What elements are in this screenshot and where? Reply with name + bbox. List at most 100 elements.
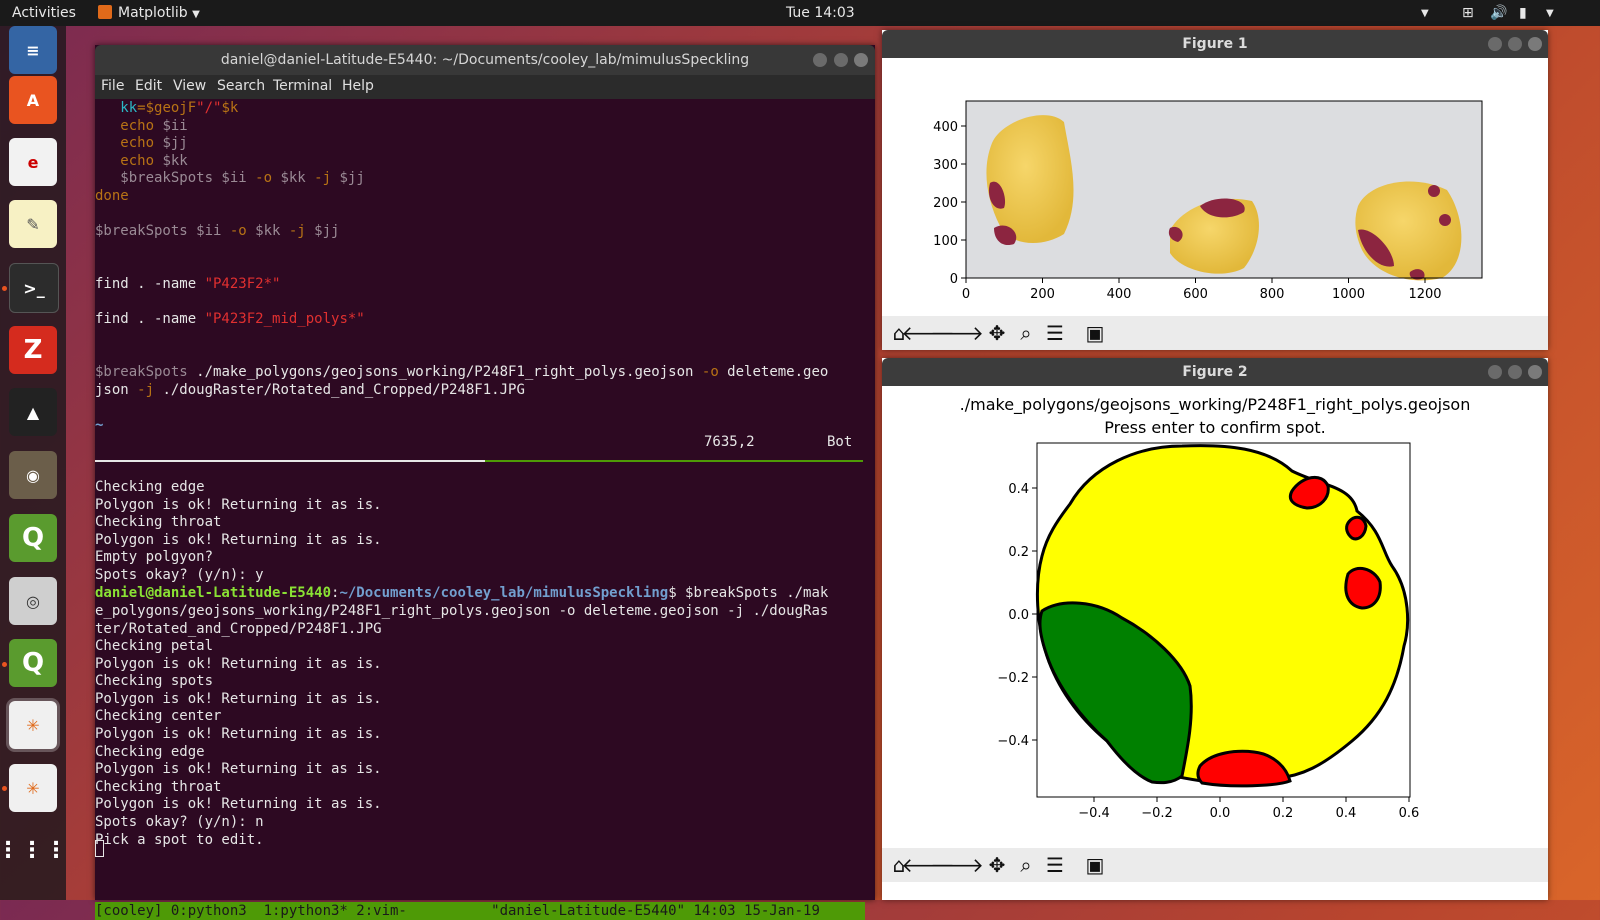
- vim-line: json -j ./dougRaster/Rotated_and_Cropped…: [95, 381, 525, 399]
- vim-cursor-position: 7635,2: [704, 434, 755, 450]
- maximize-button[interactable]: [1508, 37, 1522, 51]
- terminal-window[interactable]: daniel@daniel-Latitude-E5440: ~/Document…: [95, 45, 875, 920]
- tick-label: 0: [962, 287, 970, 302]
- command-wrap-line: ter/Rotated_and_Cropped/P248F1.JPG: [95, 621, 382, 637]
- volume-icon[interactable]: 🔊: [1490, 5, 1507, 21]
- chevron-down-icon[interactable]: ▼: [1421, 8, 1429, 19]
- figure2-canvas[interactable]: ./make_polygons/geojsons_working/P248F1_…: [882, 386, 1548, 864]
- activities-button[interactable]: Activities: [12, 5, 76, 21]
- window-title: Figure 1: [1182, 36, 1248, 52]
- plot-title: ./make_polygons/geojsons_working/P248F1_…: [960, 395, 1471, 415]
- vim-token: ~: [95, 416, 104, 433]
- vim-line: echo $ii: [95, 117, 188, 135]
- save-icon[interactable]: ▣: [1082, 852, 1108, 878]
- menu-terminal[interactable]: Terminal: [273, 78, 332, 94]
- vim-line: $breakSpots $ii -o $kk -j $jj: [95, 169, 364, 187]
- figure1-y-axis: 400 300 200 100 0: [933, 120, 966, 287]
- terminal-icon[interactable]: >_: [9, 263, 59, 313]
- tick-label: 600: [1183, 287, 1208, 302]
- save-icon[interactable]: ▣: [1082, 320, 1108, 346]
- menu-view[interactable]: View: [173, 78, 206, 94]
- network-icon[interactable]: ⊞: [1462, 5, 1474, 21]
- window-title: Figure 2: [1182, 364, 1248, 380]
- vim-token: -o: [229, 223, 247, 240]
- app-menu[interactable]: Matplotlib ▼: [98, 5, 200, 21]
- zotero-icon[interactable]: Z: [9, 326, 57, 374]
- minimize-button[interactable]: [1488, 365, 1502, 379]
- terminal-content[interactable]: kk=$geojF"/"$k echo $ii echo $jj echo $k…: [95, 99, 875, 900]
- tick-label: 0.2: [1008, 545, 1029, 560]
- figure2-window[interactable]: Figure 2 ./make_polygons/geojsons_workin…: [882, 358, 1548, 900]
- gimp-icon[interactable]: ◉: [9, 451, 57, 499]
- document-viewer-icon[interactable]: ≡: [9, 26, 57, 74]
- vim-token: $ii: [162, 117, 188, 134]
- qgis-icon[interactable]: Q: [9, 639, 57, 687]
- matplotlib-window-icon[interactable]: ✳: [9, 764, 57, 812]
- zoom-icon[interactable]: ⌕: [1013, 852, 1039, 878]
- output-line: Polygon is ok! Returning it as is.: [95, 655, 382, 672]
- forward-icon[interactable]: 🡒: [930, 852, 984, 878]
- close-button[interactable]: [854, 53, 868, 67]
- chevron-down-icon[interactable]: ▼: [1546, 8, 1554, 19]
- vim-token: echo: [95, 135, 163, 152]
- menu-search[interactable]: Search: [217, 78, 265, 94]
- app-grid-icon[interactable]: ⋮⋮⋮: [0, 826, 67, 874]
- minimize-button[interactable]: [813, 53, 827, 67]
- minimize-button[interactable]: [1488, 37, 1502, 51]
- vim-token: $kk: [272, 170, 315, 187]
- prompt-user: daniel@daniel-Latitude-E5440: [95, 585, 332, 601]
- tmux-pane-divider[interactable]: [95, 460, 485, 462]
- menu-file[interactable]: File: [101, 78, 124, 94]
- forward-icon[interactable]: 🡒: [930, 320, 984, 346]
- vim-token: json: [95, 381, 138, 398]
- chevron-down-icon: ▼: [192, 9, 200, 20]
- clock[interactable]: Tue 14:03: [786, 5, 855, 21]
- pan-icon[interactable]: ✥: [984, 852, 1010, 878]
- spot-polygon-middle[interactable]: [1345, 515, 1368, 541]
- figure1-titlebar[interactable]: Figure 1: [882, 30, 1548, 58]
- vim-line: $breakSpots ./make_polygons/geojsons_wor…: [95, 363, 828, 381]
- software-center-icon[interactable]: A: [9, 76, 57, 124]
- vim-token: kk: [95, 100, 138, 116]
- text-editor-icon[interactable]: ✎: [9, 200, 57, 248]
- output-line: Checking spots: [95, 673, 214, 690]
- figure2-titlebar[interactable]: Figure 2: [882, 358, 1548, 386]
- prompt-command: $ $breakSpots ./mak: [668, 585, 829, 601]
- vim-line: $breakSpots $ii -o $kk -j $jj: [95, 222, 339, 240]
- vim-token: =$geojF: [137, 100, 197, 116]
- terminal-cursor: [95, 840, 104, 857]
- tick-label: 200: [933, 196, 958, 211]
- menu-help[interactable]: Help: [342, 78, 374, 94]
- terminal-titlebar[interactable]: daniel@daniel-Latitude-E5440: ~/Document…: [95, 45, 875, 75]
- matplotlib-window-icon[interactable]: ✳: [6, 698, 60, 752]
- vim-token: echo: [95, 152, 163, 169]
- configure-icon[interactable]: ☰: [1042, 320, 1068, 346]
- close-button[interactable]: [1528, 37, 1542, 51]
- camera-icon[interactable]: ◎: [9, 577, 57, 625]
- maximize-button[interactable]: [1508, 365, 1522, 379]
- matplotlib-icon: [98, 5, 112, 19]
- output-line: Polygon is ok! Returning it as is.: [95, 726, 382, 742]
- menu-edit[interactable]: Edit: [135, 78, 162, 94]
- output-line: Checking throat: [95, 514, 222, 531]
- figure1-window[interactable]: Figure 1 400 300 200 100 0 0 200 400 600…: [882, 30, 1548, 350]
- prompt-path: ~/Documents/cooley_lab/mimulusSpeckling: [339, 585, 669, 601]
- output-line: Polygon is ok! Returning it as is.: [95, 761, 382, 778]
- configure-icon[interactable]: ☰: [1042, 852, 1068, 878]
- tick-label: 300: [933, 158, 958, 173]
- vim-token: $breakSpots: [95, 364, 197, 380]
- figure1-canvas[interactable]: 4003002001000 0 200 400 600 800 1000 1200: [882, 58, 1548, 316]
- battery-icon[interactable]: ▮: [1519, 5, 1527, 21]
- zoom-icon[interactable]: ⌕: [1013, 320, 1039, 346]
- qgis-icon[interactable]: Q: [9, 514, 57, 562]
- vim-token: find . -name: [95, 276, 205, 292]
- command-wrap-line: e_polygons/geojsons_working/P248F1_right…: [95, 603, 829, 619]
- maximize-button[interactable]: [834, 53, 848, 67]
- inkscape-icon[interactable]: ▲: [9, 388, 57, 436]
- pan-icon[interactable]: ✥: [984, 320, 1010, 346]
- spot-polygon-right[interactable]: [1344, 566, 1382, 610]
- pdf-viewer-icon[interactable]: e: [9, 138, 57, 186]
- vim-token: "P423F2*": [204, 276, 281, 292]
- vim-token: -j: [288, 223, 306, 240]
- close-button[interactable]: [1528, 365, 1542, 379]
